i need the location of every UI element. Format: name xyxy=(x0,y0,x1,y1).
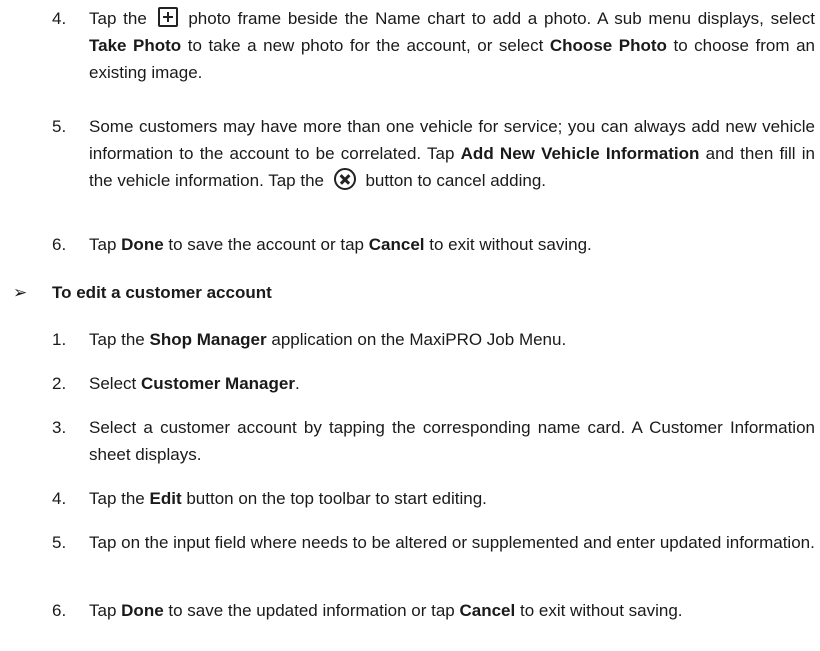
step-text: Tap the photo frame beside the Name char… xyxy=(89,7,816,82)
step-number: 5. xyxy=(52,533,67,552)
step-number: 4. xyxy=(52,9,67,28)
step-number: 6. xyxy=(52,235,67,254)
step-number: 6. xyxy=(52,601,67,620)
step-text: Tap Done to save the updated information… xyxy=(89,601,683,620)
step-number: 4. xyxy=(52,489,67,508)
step-text: Tap the Shop Manager application on the … xyxy=(89,330,567,349)
step-number: 3. xyxy=(52,418,67,437)
step-text: Tap Done to save the account or tap Canc… xyxy=(89,235,592,254)
step-text: Select a customer account by tapping the… xyxy=(89,418,815,464)
step-text: Select Customer Manager. xyxy=(89,374,300,393)
step-number: 1. xyxy=(52,330,67,349)
add-photo-icon xyxy=(157,7,178,27)
step-number: 5. xyxy=(52,117,67,136)
step-text: Tap the Edit button on the top toolbar t… xyxy=(89,489,487,508)
step-text: Some customers may have more than one ve… xyxy=(89,117,815,190)
step-text: Tap on the input field where needs to be… xyxy=(89,533,815,552)
step-number: 2. xyxy=(52,374,67,393)
cancel-circle-icon xyxy=(333,168,356,190)
arrow-bullet-icon: ➢ xyxy=(13,283,28,302)
manual-page: 4. Tap the photo frame beside the Name c… xyxy=(0,0,820,651)
section-heading: To edit a customer account xyxy=(52,283,272,302)
